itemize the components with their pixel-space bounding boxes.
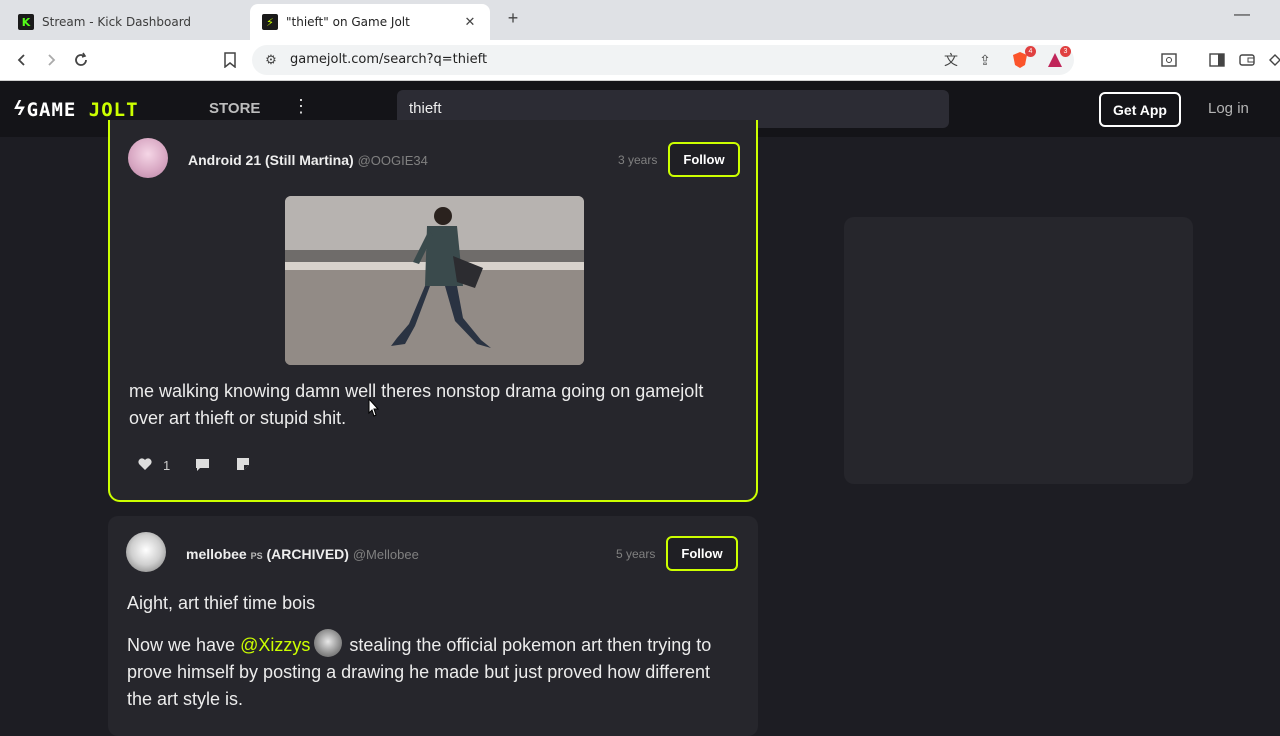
reader-mode-icon[interactable] [1158, 49, 1180, 71]
reload-icon[interactable] [70, 49, 92, 71]
cursor-icon [366, 397, 380, 423]
author-badge: PS [250, 551, 263, 561]
gamejolt-favicon-icon: ⚡ [262, 14, 278, 30]
sidebar-toggle-icon[interactable] [1206, 49, 1228, 71]
translate-icon[interactable]: 文 [940, 49, 962, 71]
alert-badge: 3 [1060, 46, 1071, 57]
like-icon[interactable] [137, 457, 153, 474]
comment-icon[interactable] [194, 457, 211, 475]
logo-text-jolt: JOLT [88, 98, 139, 121]
post-card: Android 21 (Still Martina) @OOGIE34 3 ye… [108, 120, 758, 502]
post-timestamp[interactable]: 3 years [618, 153, 657, 167]
browser-tab-kick[interactable]: K Stream - Kick Dashboard [6, 4, 246, 40]
post-author[interactable]: Android 21 (Still Martina) @OOGIE34 [188, 152, 428, 168]
browser-tab-gamejolt[interactable]: ⚡ "thieft" on Game Jolt ✕ [250, 4, 490, 40]
address-bar[interactable]: ⚙ gamejolt.com/search?q=thieft 文 ⇪ 4 3 [252, 45, 1074, 75]
post-actions: 1 [137, 456, 275, 475]
author-status: (ARCHIVED) [266, 546, 349, 562]
author-name[interactable]: mellobee [186, 546, 247, 562]
post-body-line: Aight, art thief time bois [127, 593, 316, 613]
sticker-icon[interactable] [235, 456, 251, 475]
logo-text-game: GAME [26, 98, 89, 121]
site-settings-icon[interactable]: ⚙ [260, 49, 282, 71]
post-card: mellobee PS (ARCHIVED) @Mellobee 5 years… [108, 516, 758, 736]
tab-title: Stream - Kick Dashboard [42, 15, 192, 29]
minimize-window-icon[interactable]: — [1234, 6, 1250, 24]
sidebar-ad-placeholder [844, 217, 1193, 484]
mention-avatar-icon [314, 629, 343, 658]
user-mention-link[interactable]: @Xizzys [240, 635, 310, 655]
brave-shield-icon[interactable]: 4 [1009, 46, 1036, 71]
kick-favicon-icon: K [18, 14, 34, 30]
new-tab-button[interactable]: + [503, 8, 523, 29]
share-icon[interactable]: ⇪ [974, 49, 996, 71]
follow-button[interactable]: Follow [666, 536, 738, 571]
like-count[interactable]: 1 [163, 458, 170, 473]
bolt-icon: ϟ [14, 98, 25, 120]
tab-title: "thieft" on Game Jolt [286, 15, 410, 29]
author-handle[interactable]: @OOGIE34 [358, 153, 428, 168]
bookmark-icon[interactable] [219, 49, 241, 71]
more-menu-icon[interactable]: ⋮ [292, 96, 310, 117]
login-link[interactable]: Log in [1208, 100, 1249, 117]
get-app-button[interactable]: Get App [1099, 92, 1181, 127]
gamejolt-logo[interactable]: ϟ GAME JOLT [14, 98, 139, 121]
author-handle[interactable]: @Mellobee [353, 547, 419, 562]
avatar[interactable] [128, 138, 168, 178]
follow-button[interactable]: Follow [668, 142, 740, 177]
post-timestamp[interactable]: 5 years [616, 547, 655, 561]
post-text-segment: Now we have [127, 635, 241, 655]
author-name[interactable]: Android 21 (Still Martina) [188, 152, 354, 168]
post-author[interactable]: mellobee PS (ARCHIVED) @Mellobee [186, 546, 419, 562]
browser-toolbar: ⚙ gamejolt.com/search?q=thieft 文 ⇪ 4 3 [0, 40, 1280, 81]
url-text: gamejolt.com/search?q=thieft [290, 52, 488, 67]
close-tab-icon[interactable]: ✕ [462, 15, 478, 30]
brave-rewards-icon[interactable]: 3 [1044, 46, 1071, 71]
avatar[interactable] [126, 532, 166, 572]
browser-tab-strip: K Stream - Kick Dashboard ⚡ "thieft" on … [0, 0, 1280, 40]
forward-icon[interactable] [40, 49, 62, 71]
back-icon[interactable] [11, 49, 33, 71]
wallet-icon[interactable] [1236, 49, 1258, 71]
post-body: me walking knowing damn well theres nons… [129, 381, 704, 428]
post-body: Now we have @Xizzys stealing the officia… [127, 629, 737, 713]
extensions-icon[interactable] [1264, 49, 1280, 71]
post-media-image[interactable] [285, 196, 584, 365]
shield-badge: 4 [1025, 46, 1036, 57]
store-link[interactable]: STORE [209, 100, 260, 117]
